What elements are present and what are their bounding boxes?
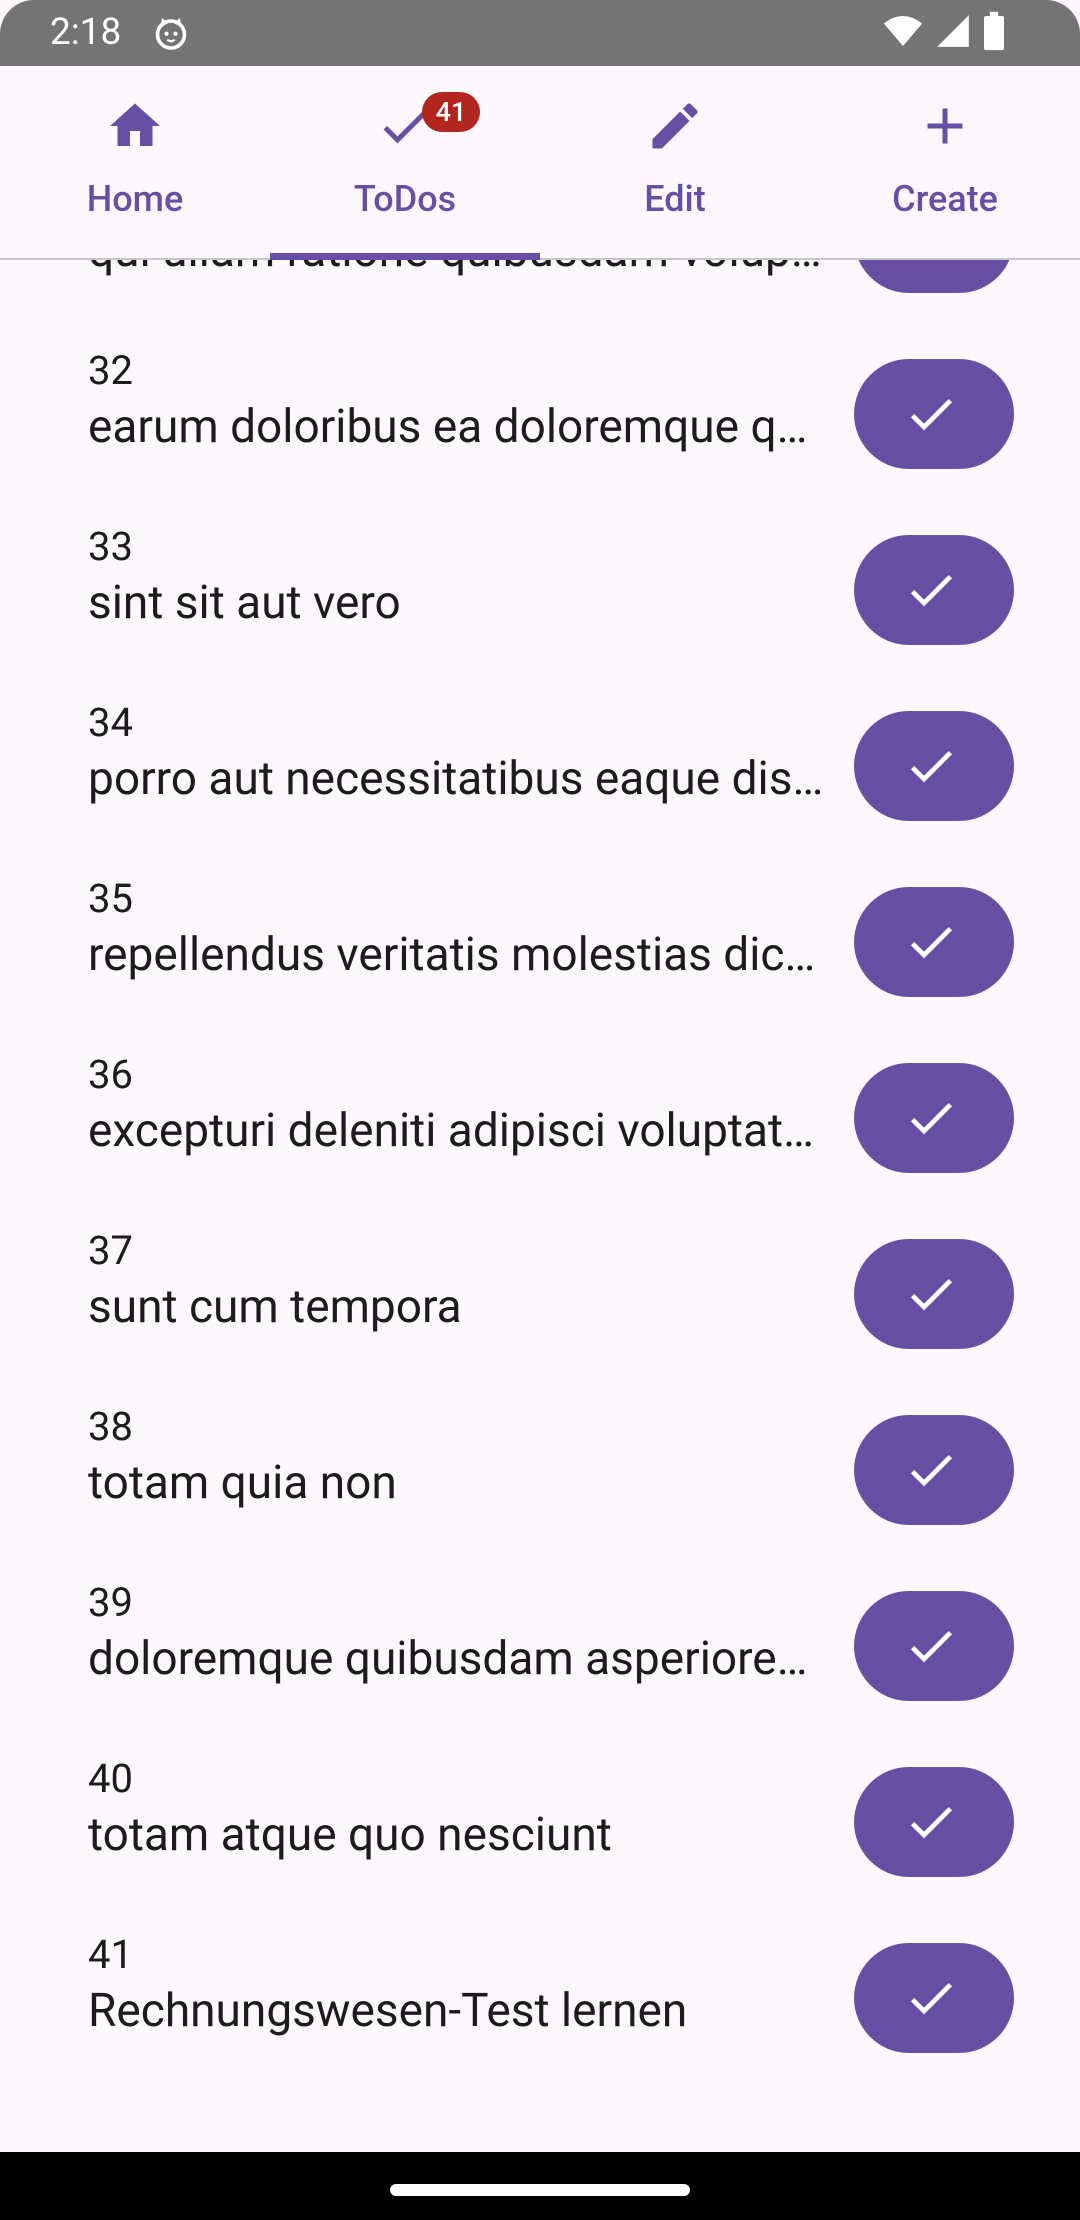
- todo-title: totam atque quo nesciunt: [88, 1808, 612, 1862]
- plus-icon: [915, 96, 975, 156]
- check-icon: [910, 1103, 952, 1135]
- check-icon: [910, 1455, 952, 1487]
- tab-edit[interactable]: Edit: [540, 66, 810, 258]
- todo-title: qui ullam ratione quibusdam voluptatem q…: [88, 260, 828, 279]
- status-time: 2:18: [50, 11, 122, 54]
- todo-id: 34: [88, 699, 133, 746]
- selected-tab-indicator: [270, 253, 540, 260]
- todo-row: 31 qui ullam ratione quibusdam voluptate…: [0, 260, 1080, 323]
- todo-row: 33 sint sit aut vero: [0, 499, 1080, 675]
- todo-title: totam quia non: [88, 1456, 397, 1510]
- tab-todos[interactable]: 41 ToDos: [270, 66, 540, 260]
- todo-id: 39: [88, 1579, 133, 1626]
- todo-id: 35: [88, 875, 133, 922]
- todo-row: 36 excepturi deleniti adipisci voluptate…: [0, 1027, 1080, 1203]
- mark-done-button[interactable]: [854, 1239, 1014, 1349]
- todo-row: 32 earum doloribus ea doloremque quis: [0, 323, 1080, 499]
- wifi-icon: [882, 11, 924, 55]
- todo-id: 37: [88, 1227, 133, 1274]
- system-navigation-bar: [0, 2152, 1080, 2220]
- check-icon: [910, 399, 952, 431]
- home-gesture-handle[interactable]: [390, 2184, 690, 2196]
- todo-title: Rechnungswesen-Test lernen: [88, 1984, 688, 2038]
- todo-title: excepturi deleniti adipisci voluptatem e…: [88, 1104, 828, 1158]
- mark-done-button[interactable]: [854, 887, 1014, 997]
- check-icon: [903, 260, 959, 266]
- todo-row: 39 doloremque quibusdam asperiores liber…: [0, 1555, 1080, 1731]
- check-icon: [910, 1631, 952, 1663]
- todo-id: 40: [88, 1755, 133, 1802]
- mark-done-button[interactable]: [854, 1591, 1014, 1701]
- pencil-icon: [645, 96, 705, 156]
- todo-id: 33: [88, 523, 133, 570]
- todo-title: porro aut necessitatibus eaque distincti…: [88, 752, 828, 806]
- check-icon: [910, 575, 952, 607]
- todo-row: 38 totam quia non: [0, 1379, 1080, 1555]
- check-icon: [910, 927, 952, 959]
- todo-id: 38: [88, 1403, 133, 1450]
- mark-done-button[interactable]: [854, 359, 1014, 469]
- todo-title: doloremque quibusdam asperiores libero c…: [88, 1632, 828, 1686]
- mark-done-button[interactable]: [854, 535, 1014, 645]
- home-icon: [105, 96, 165, 156]
- todo-id: 36: [88, 1051, 133, 1098]
- status-bar: 2:18: [0, 0, 1080, 66]
- todo-count-badge: 41: [422, 92, 480, 132]
- todo-list[interactable]: 31 qui ullam ratione quibusdam voluptate…: [0, 260, 1080, 2152]
- battery-icon: [982, 11, 1006, 55]
- check-icon: [910, 1807, 952, 1839]
- todo-list-content: 31 qui ullam ratione quibusdam voluptate…: [0, 260, 1080, 2083]
- mark-done-button[interactable]: [854, 1415, 1014, 1525]
- check-icon: [910, 1279, 952, 1311]
- tab-create[interactable]: Create: [810, 66, 1080, 258]
- tab-create-label: Create: [892, 178, 998, 220]
- todo-title: sint sit aut vero: [88, 576, 401, 630]
- tab-todos-label: ToDos: [353, 178, 457, 220]
- cat-notification-icon: [153, 15, 189, 51]
- mark-done-button[interactable]: [854, 1943, 1014, 2053]
- mark-done-button[interactable]: [854, 711, 1014, 821]
- tab-home-label: Home: [86, 178, 184, 220]
- todo-title: sunt cum tempora: [88, 1280, 462, 1334]
- todo-title: repellendus veritatis molestias dicta in…: [88, 928, 828, 982]
- cell-signal-icon: [934, 11, 972, 55]
- check-icon: [910, 751, 952, 783]
- mark-done-button[interactable]: [854, 1767, 1014, 1877]
- todo-title: earum doloribus ea doloremque quis: [88, 400, 828, 454]
- mark-done-button[interactable]: [854, 1063, 1014, 1173]
- todo-row: 40 totam atque quo nesciunt: [0, 1731, 1080, 1907]
- todo-id: 32: [88, 347, 133, 394]
- todo-row: 34 porro aut necessitatibus eaque distin…: [0, 675, 1080, 851]
- check-icon: [910, 1983, 952, 2015]
- todo-row: 35 repellendus veritatis molestias dicta…: [0, 851, 1080, 1027]
- status-icons: [882, 11, 1006, 55]
- top-tab-bar: Home 41 ToDos Edit Create: [0, 66, 1080, 260]
- mark-done-button[interactable]: [854, 260, 1014, 293]
- tab-edit-label: Edit: [644, 178, 706, 220]
- todo-row: 37 sunt cum tempora: [0, 1203, 1080, 1379]
- todo-row: 41 Rechnungswesen-Test lernen: [0, 1907, 1080, 2083]
- todo-id: 41: [88, 1931, 133, 1978]
- tab-home[interactable]: Home: [0, 66, 270, 258]
